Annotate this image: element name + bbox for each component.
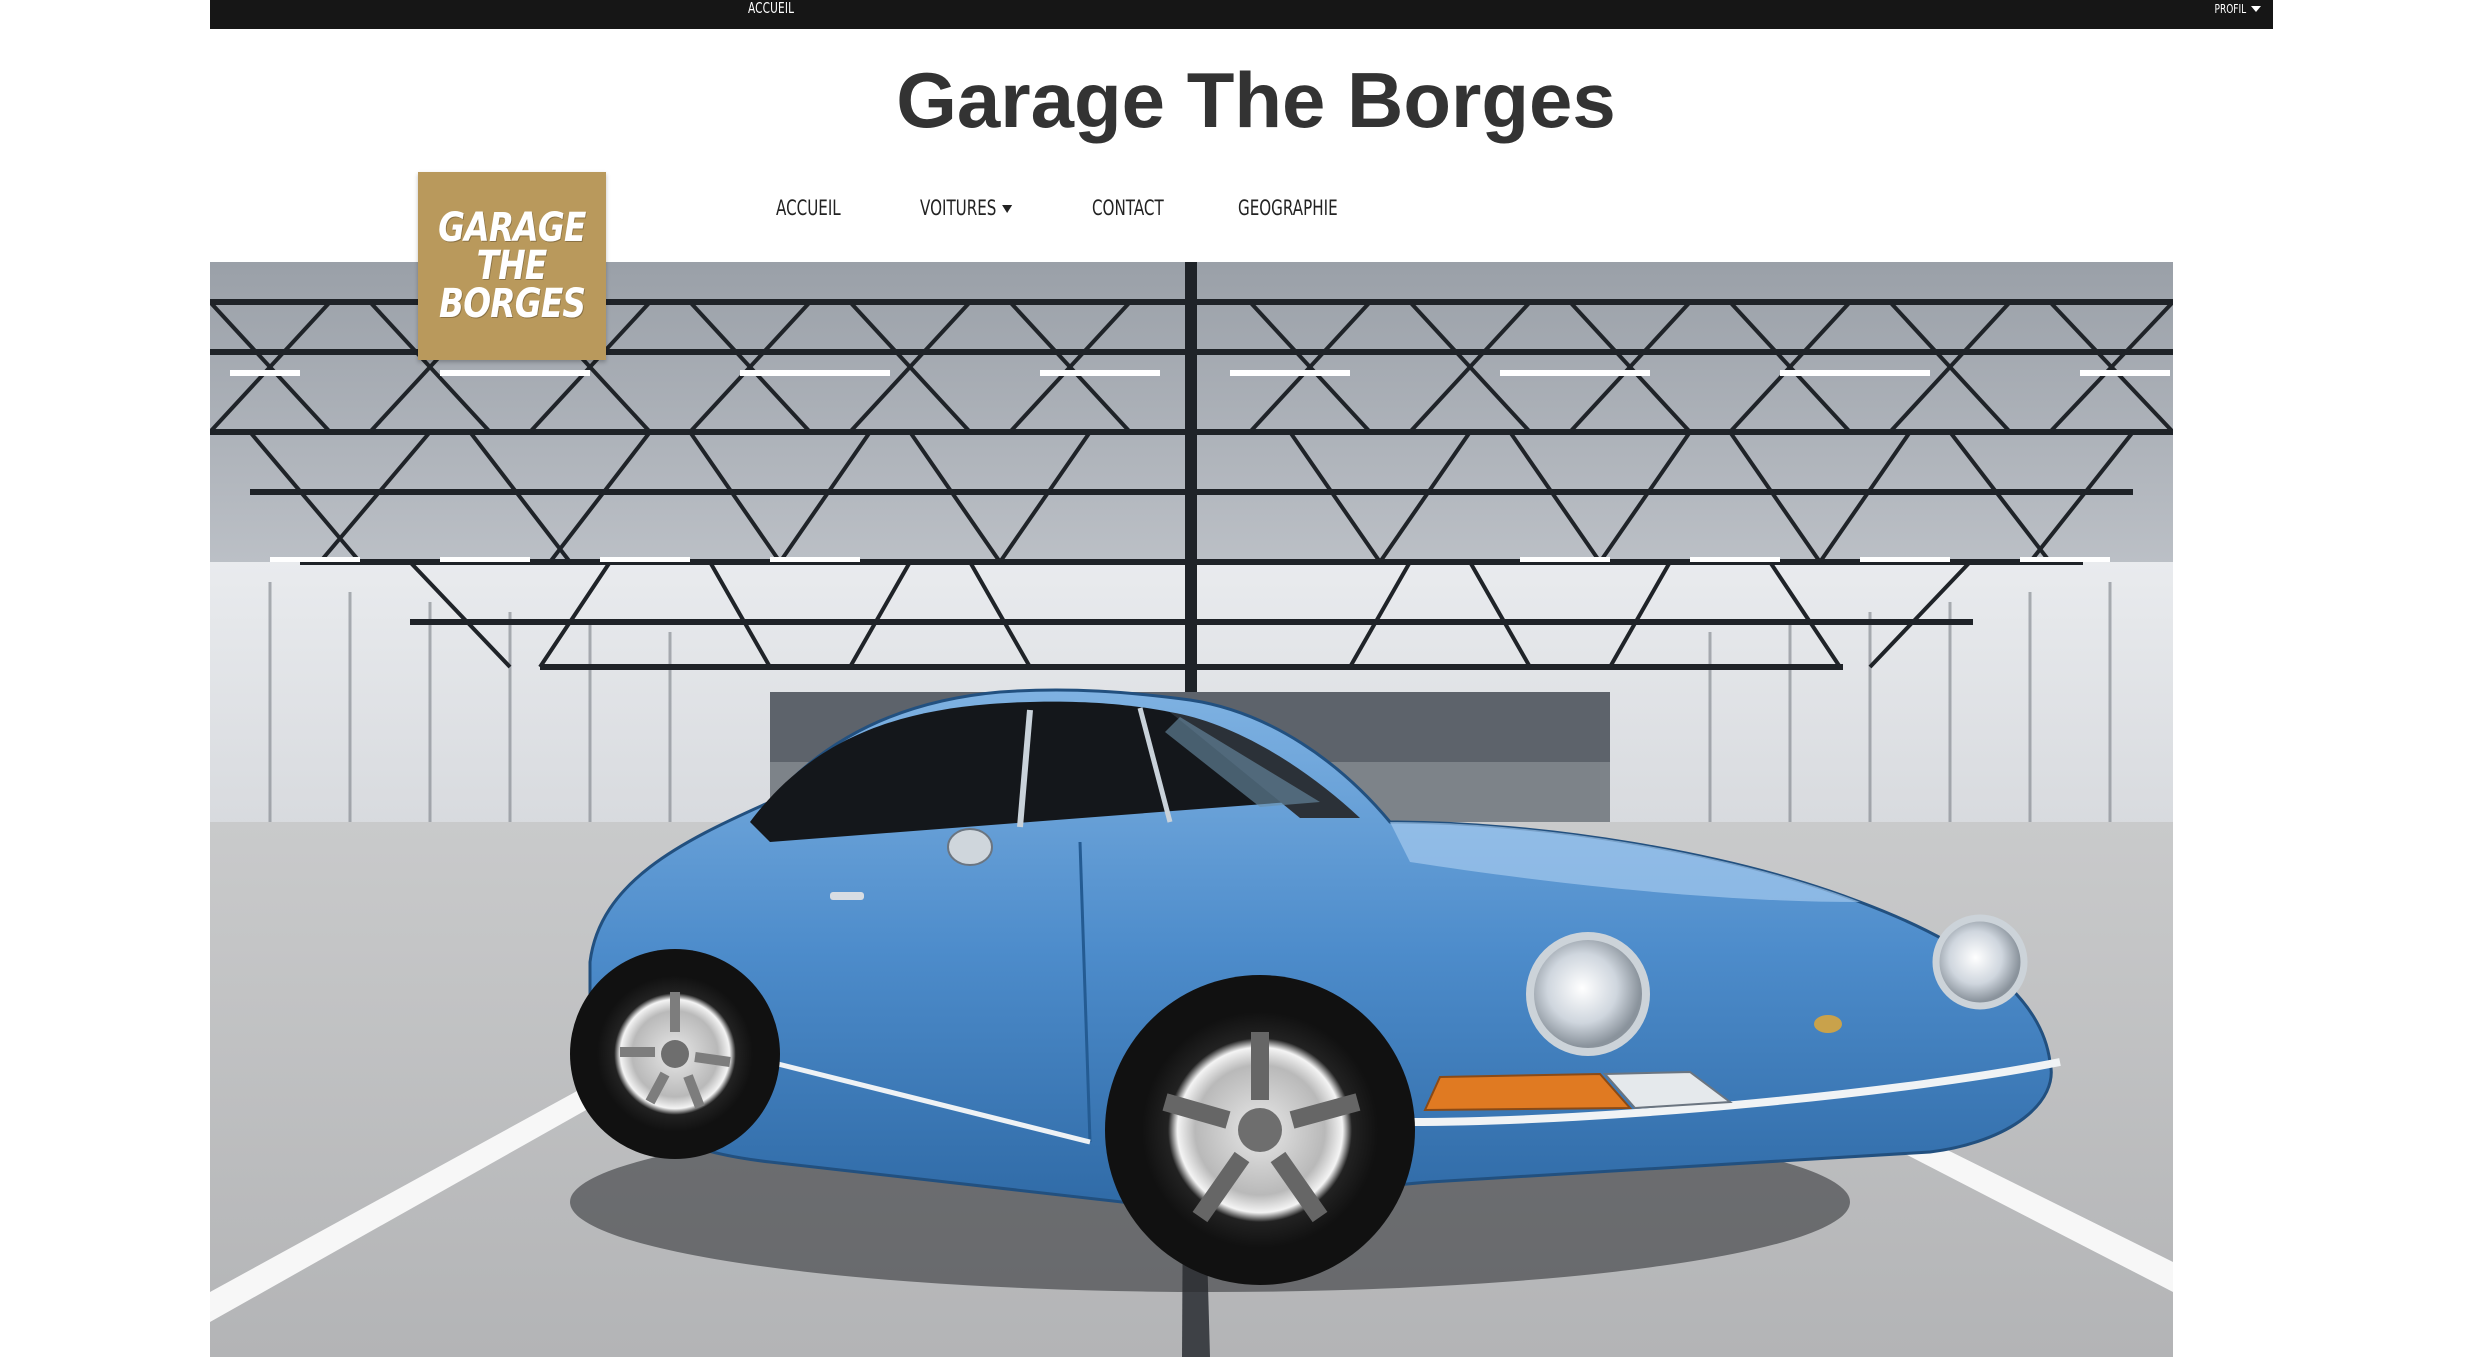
site-title: Garage The Borges bbox=[896, 56, 1616, 144]
chevron-down-icon bbox=[1002, 205, 1013, 213]
top-bar: ACCUEIL PROFIL bbox=[210, 0, 2273, 29]
page: ACCUEIL PROFIL Garage The Borges GARAGE … bbox=[0, 0, 2465, 1357]
nav-item-label: ACCUEIL bbox=[776, 196, 841, 220]
chevron-down-icon bbox=[2251, 6, 2261, 12]
logo-text-line-3: BORGES bbox=[438, 281, 586, 327]
topbar-home-link[interactable]: ACCUEIL bbox=[748, 0, 794, 20]
site-logo[interactable]: GARAGE THE BORGES bbox=[418, 172, 606, 360]
hero-car-illustration bbox=[210, 262, 2173, 1357]
profile-label: PROFIL bbox=[2214, 2, 2246, 16]
nav-item-label: VOITURES bbox=[920, 196, 997, 220]
logo-text-line-2: THE bbox=[477, 243, 548, 289]
nav-item-accueil[interactable]: ACCUEIL bbox=[776, 192, 841, 224]
nav-item-label: GEOGRAPHIE bbox=[1238, 196, 1338, 220]
nav-item-label: CONTACT bbox=[1092, 196, 1164, 220]
nav-item-contact[interactable]: CONTACT bbox=[1092, 192, 1164, 224]
nav-item-geographie[interactable]: GEOGRAPHIE bbox=[1238, 192, 1338, 224]
nav-item-voitures[interactable]: VOITURES bbox=[920, 192, 1013, 224]
hero-image bbox=[210, 262, 2173, 1357]
profile-dropdown[interactable]: PROFIL bbox=[2204, 0, 2261, 18]
logo-text-line-1: GARAGE bbox=[438, 205, 586, 251]
